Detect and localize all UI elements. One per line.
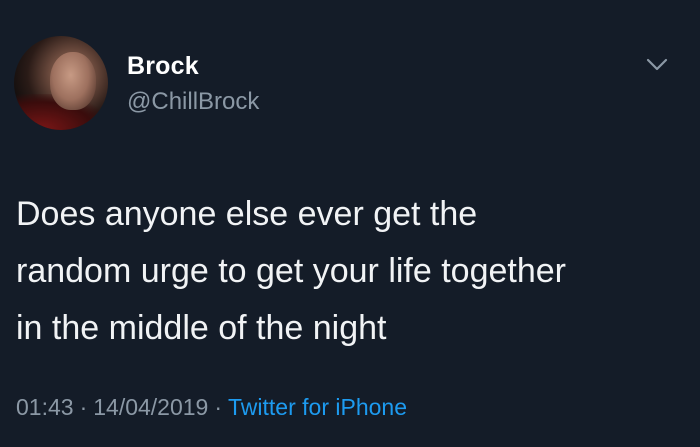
tweet-card: Brock @ChillBrock Does anyone else ever … [0, 0, 700, 447]
user-handle[interactable]: @ChillBrock [127, 88, 259, 116]
avatar[interactable] [14, 36, 108, 130]
tweet-source-link[interactable]: Twitter for iPhone [228, 394, 407, 420]
meta-separator: · [79, 394, 88, 420]
chevron-down-icon[interactable] [646, 58, 668, 72]
tweet-date[interactable]: 14/04/2019 [93, 394, 208, 420]
tweet-text-line: Does anyone else ever get the [16, 195, 478, 233]
tweet-text: Does anyone else ever get the random urg… [16, 186, 676, 357]
avatar-face [50, 52, 96, 110]
tweet-text-line: random urge to get your life together [16, 252, 566, 290]
meta-separator: · [214, 394, 223, 420]
tweet-time[interactable]: 01:43 [16, 394, 74, 420]
tweet-text-line: in the middle of the night [16, 309, 387, 347]
tweet-meta: 01:43 · 14/04/2019 · Twitter for iPhone [16, 394, 407, 421]
display-name[interactable]: Brock [127, 52, 199, 81]
